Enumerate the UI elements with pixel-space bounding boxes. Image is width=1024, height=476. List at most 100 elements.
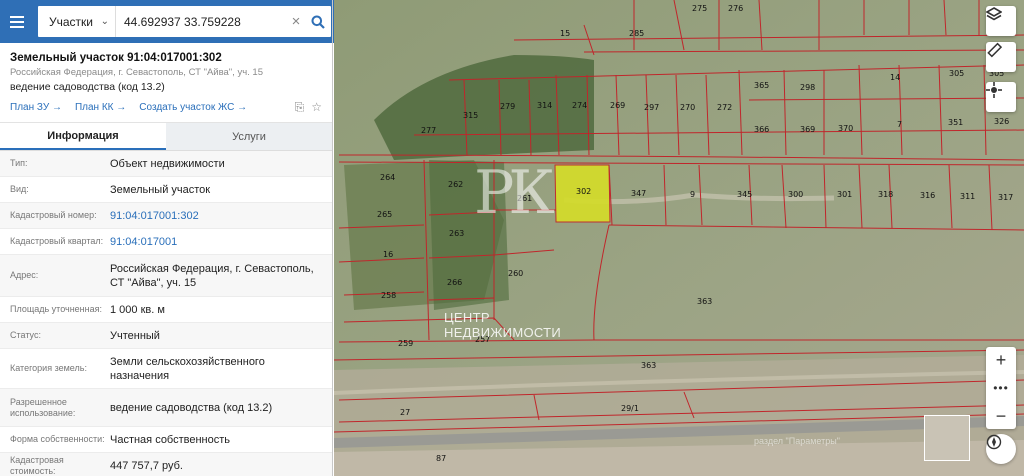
parcel-label[interactable]: 351 bbox=[948, 118, 963, 127]
search-type-select[interactable]: Участки ⌄ bbox=[38, 6, 116, 37]
compass-button[interactable] bbox=[986, 434, 1016, 464]
parcel-label[interactable]: 316 bbox=[920, 191, 935, 200]
row-value: ведение садоводства (код 13.2) bbox=[110, 401, 273, 414]
parcel-label[interactable]: 314 bbox=[537, 101, 552, 110]
report-icon[interactable]: ⎘ bbox=[295, 100, 305, 115]
parcel-label[interactable]: 366 bbox=[754, 125, 769, 134]
parcel-label[interactable]: 262 bbox=[448, 180, 463, 189]
ruler-button[interactable] bbox=[986, 42, 1016, 72]
cadastral-quarter-link[interactable]: 91:04:017001 bbox=[110, 235, 332, 249]
zoom-more-button[interactable]: ••• bbox=[993, 382, 1009, 394]
parcel-label[interactable]: 260 bbox=[508, 269, 523, 278]
zoom-out-button[interactable]: − bbox=[996, 407, 1007, 425]
search-bar: Участки ⌄ × bbox=[0, 0, 332, 43]
parcel-label[interactable]: 369 bbox=[800, 125, 815, 134]
parcel-label[interactable]: 365 bbox=[754, 81, 769, 90]
row-value: Земли сельскохозяйственного назначения bbox=[110, 355, 265, 382]
basemap-switcher[interactable] bbox=[924, 415, 970, 461]
parcel-label[interactable]: 15 bbox=[560, 29, 570, 38]
parcel-label[interactable]: 259 bbox=[398, 339, 413, 348]
parcel-label[interactable]: 277 bbox=[421, 126, 436, 135]
parcel-header: Земельный участок 91:04:017001:302 Росси… bbox=[0, 43, 332, 123]
parcel-label[interactable]: 276 bbox=[728, 4, 743, 13]
tab-services[interactable]: Услуги bbox=[166, 123, 332, 150]
parcel-label[interactable]: 363 bbox=[641, 361, 656, 370]
parcel-label[interactable]: 27 bbox=[400, 408, 410, 417]
search-icon[interactable] bbox=[305, 6, 331, 37]
layers-button[interactable] bbox=[986, 6, 1016, 36]
parcel-label[interactable]: 9 bbox=[690, 190, 695, 199]
map-attribution: раздел "Параметры" bbox=[754, 436, 840, 446]
parcel-address: Российская Федерация, г. Севастополь, СТ… bbox=[10, 67, 264, 78]
table-row: Кадастровая стоимость: 447 757,7 руб. bbox=[0, 453, 332, 476]
parcel-label[interactable]: 301 bbox=[837, 190, 852, 199]
parcel-label[interactable]: 264 bbox=[380, 173, 395, 182]
parcel-label[interactable]: 7 bbox=[897, 120, 902, 129]
menu-icon[interactable] bbox=[10, 12, 24, 32]
parcel-label[interactable]: 266 bbox=[447, 278, 462, 287]
parcel-label[interactable]: 370 bbox=[838, 124, 853, 133]
parcel-label[interactable]: 311 bbox=[960, 192, 975, 201]
row-value: Объект недвижимости bbox=[110, 157, 225, 170]
info-panel: Участки ⌄ × Земельный участок 91:04:0170… bbox=[0, 0, 333, 476]
parcel-label[interactable]: 318 bbox=[878, 190, 893, 199]
crosshair-icon bbox=[986, 82, 1002, 98]
tab-info[interactable]: Информация bbox=[0, 123, 166, 150]
parcel-label-selected[interactable]: 302 bbox=[576, 187, 591, 196]
row-value: Земельный участок bbox=[110, 183, 211, 196]
parcel-label[interactable]: 29/1 bbox=[621, 404, 639, 413]
parcel-label[interactable]: 272 bbox=[717, 103, 732, 112]
parcel-label[interactable]: 345 bbox=[737, 190, 752, 199]
table-row: Кадастровый номер: 91:04:017001:302 bbox=[0, 203, 332, 229]
parcel-use: ведение садоводства (код 13.2) bbox=[10, 81, 165, 93]
parcel-label[interactable]: 317 bbox=[998, 193, 1013, 202]
cadastral-number-link[interactable]: 91:04:017001:302 bbox=[110, 209, 332, 223]
table-row: Адрес: Российская Федерация, г. Севастоп… bbox=[0, 255, 332, 297]
row-label: Адрес: bbox=[10, 270, 39, 280]
parcel-label[interactable]: 275 bbox=[692, 4, 707, 13]
row-value: Учтенный bbox=[110, 329, 160, 342]
parcel-label[interactable]: 265 bbox=[377, 210, 392, 219]
row-value: Российская Федерация, г. Севастополь, СТ… bbox=[110, 262, 314, 289]
close-icon[interactable]: × bbox=[287, 13, 305, 30]
compass-icon bbox=[986, 434, 1002, 450]
parcel-label[interactable]: 298 bbox=[800, 83, 815, 92]
row-label: Кадастровый номер: bbox=[10, 210, 97, 220]
parcel-label[interactable]: 263 bbox=[449, 229, 464, 238]
search-input[interactable] bbox=[116, 14, 287, 29]
parcel-label[interactable]: 347 bbox=[631, 189, 646, 198]
plan-kk-link[interactable]: План КК → bbox=[75, 102, 126, 113]
parcel-label[interactable]: 297 bbox=[644, 103, 659, 112]
parcel-label[interactable]: 279 bbox=[500, 102, 515, 111]
parcel-label[interactable]: 285 bbox=[629, 29, 644, 38]
create-parcel-link[interactable]: Создать участок ЖС → bbox=[139, 102, 247, 113]
parcel-label[interactable]: 269 bbox=[610, 101, 625, 110]
parcel-label[interactable]: 270 bbox=[680, 103, 695, 112]
table-row: Площадь уточненная: 1 000 кв. м bbox=[0, 297, 332, 323]
row-label: Кадастровый квартал: bbox=[10, 236, 104, 246]
locate-button[interactable] bbox=[986, 82, 1016, 112]
zoom-in-button[interactable]: + bbox=[996, 351, 1007, 369]
row-value: 1 000 кв. м bbox=[110, 303, 165, 316]
info-table: Тип: Объект недвижимости Вид: Земельный … bbox=[0, 151, 332, 476]
parcel-label[interactable]: 305 bbox=[949, 69, 964, 78]
table-row: Форма собственности: Частная собственнос… bbox=[0, 427, 332, 453]
star-icon[interactable]: ☆ bbox=[311, 100, 322, 115]
parcel-label[interactable]: 258 bbox=[381, 291, 396, 300]
map-view[interactable]: 275 276 15 285 305 365 298 14 305 277 31… bbox=[334, 0, 1024, 476]
watermark-text: ЦЕНТР НЕДВИЖИМОСТИ bbox=[444, 310, 561, 340]
parcel-label[interactable]: 14 bbox=[890, 73, 900, 82]
row-label: Категория земель: bbox=[10, 363, 87, 373]
plan-zu-link[interactable]: План ЗУ → bbox=[10, 102, 62, 113]
parcel-label[interactable]: 326 bbox=[994, 117, 1009, 126]
parcel-label[interactable]: 87 bbox=[436, 454, 446, 463]
parcel-label[interactable]: 363 bbox=[697, 297, 712, 306]
parcel-label[interactable]: 274 bbox=[572, 101, 587, 110]
parcel-label[interactable]: 16 bbox=[383, 250, 393, 259]
parcel-label[interactable]: 300 bbox=[788, 190, 803, 199]
layers-icon bbox=[986, 7, 1002, 21]
table-row: Категория земель: Земли сельскохозяйстве… bbox=[0, 349, 332, 389]
parcel-label[interactable]: 315 bbox=[463, 111, 478, 120]
row-label: Тип: bbox=[10, 158, 28, 168]
table-row: Вид: Земельный участок bbox=[0, 177, 332, 203]
